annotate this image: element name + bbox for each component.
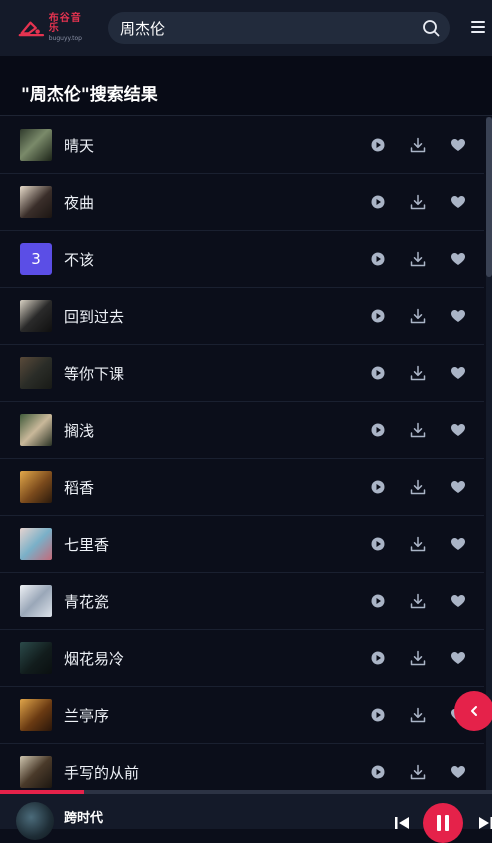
song-row[interactable]: 兰亭序 — [0, 687, 484, 744]
song-list: 晴天夜曲 3 不该回到过去等你下课搁浅稻香七里香青花瓷烟花易冷兰亭序手写的从前 — [0, 117, 484, 790]
play-icon[interactable] — [370, 422, 386, 438]
search-icon[interactable] — [422, 19, 440, 37]
heart-icon[interactable] — [450, 764, 466, 780]
heart-icon[interactable] — [450, 308, 466, 324]
scrollbar[interactable] — [486, 117, 492, 790]
download-icon[interactable] — [410, 194, 426, 210]
song-row[interactable]: 夜曲 — [0, 174, 484, 231]
play-icon[interactable] — [370, 764, 386, 780]
song-row[interactable]: 搁浅 — [0, 402, 484, 459]
song-row[interactable]: 等你下课 — [0, 345, 484, 402]
heart-icon[interactable] — [450, 365, 466, 381]
heart-icon[interactable] — [450, 422, 466, 438]
album-cover — [20, 414, 52, 446]
heart-icon[interactable] — [450, 137, 466, 153]
previous-icon[interactable] — [394, 816, 410, 830]
song-row[interactable]: 回到过去 — [0, 288, 484, 345]
play-icon[interactable] — [370, 650, 386, 666]
download-icon[interactable] — [410, 479, 426, 495]
album-cover — [20, 357, 52, 389]
song-title[interactable]: 晴天 — [64, 135, 94, 156]
song-row[interactable]: 青花瓷 — [0, 573, 484, 630]
play-icon[interactable] — [370, 308, 386, 324]
logo-title: 布谷音乐 — [49, 14, 88, 34]
scrollbar-thumb[interactable] — [486, 117, 492, 277]
progress-track[interactable] — [0, 790, 492, 794]
play-icon[interactable] — [370, 137, 386, 153]
song-title[interactable]: 手写的从前 — [64, 762, 139, 783]
song-title[interactable]: 回到过去 — [64, 306, 124, 327]
song-title[interactable]: 兰亭序 — [64, 705, 109, 726]
heart-icon[interactable] — [450, 650, 466, 666]
play-icon[interactable] — [370, 707, 386, 723]
download-icon[interactable] — [410, 650, 426, 666]
album-cover — [20, 756, 52, 788]
play-icon[interactable] — [370, 365, 386, 381]
song-title[interactable]: 等你下课 — [64, 363, 124, 384]
pause-icon — [436, 814, 450, 832]
song-title[interactable]: 七里香 — [64, 534, 109, 555]
pause-button[interactable] — [423, 803, 463, 843]
album-cover — [20, 186, 52, 218]
album-cover — [20, 642, 52, 674]
play-icon[interactable] — [370, 251, 386, 267]
play-icon[interactable] — [370, 194, 386, 210]
song-row[interactable]: 3 不该 — [0, 231, 484, 288]
song-row[interactable]: 手写的从前 — [0, 744, 484, 790]
song-title[interactable]: 不该 — [64, 249, 94, 270]
logo-icon — [18, 17, 45, 39]
player-album-cover[interactable] — [16, 802, 54, 840]
heart-icon[interactable] — [450, 251, 466, 267]
album-cover — [20, 471, 52, 503]
download-icon[interactable] — [410, 365, 426, 381]
song-title[interactable]: 稻香 — [64, 477, 94, 498]
song-row[interactable]: 七里香 — [0, 516, 484, 573]
download-icon[interactable] — [410, 137, 426, 153]
play-icon[interactable] — [370, 479, 386, 495]
heart-icon[interactable] — [450, 194, 466, 210]
play-icon[interactable] — [370, 536, 386, 552]
album-cover — [20, 129, 52, 161]
download-icon[interactable] — [410, 536, 426, 552]
next-icon[interactable] — [478, 816, 492, 830]
song-row[interactable]: 稻香 — [0, 459, 484, 516]
song-title[interactable]: 搁浅 — [64, 420, 94, 441]
player-bar: 跨时代 — [0, 790, 492, 829]
page-title: "周杰伦"搜索结果 — [21, 80, 158, 105]
download-icon[interactable] — [410, 251, 426, 267]
top-header: 布谷音乐 buguyy.top — [0, 0, 492, 56]
song-number-badge: 3 — [20, 243, 52, 275]
download-icon[interactable] — [410, 707, 426, 723]
album-cover — [20, 300, 52, 332]
menu-icon[interactable] — [471, 21, 485, 33]
search-box — [108, 12, 450, 44]
chevron-left-icon — [467, 704, 481, 718]
logo-subtitle: buguyy.top — [49, 36, 88, 42]
song-row[interactable]: 烟花易冷 — [0, 630, 484, 687]
album-cover — [20, 585, 52, 617]
play-icon[interactable] — [370, 593, 386, 609]
album-cover — [20, 528, 52, 560]
song-row[interactable]: 晴天 — [0, 117, 484, 174]
heart-icon[interactable] — [450, 536, 466, 552]
collapse-button[interactable] — [454, 691, 492, 731]
song-title[interactable]: 青花瓷 — [64, 591, 109, 612]
heart-icon[interactable] — [450, 593, 466, 609]
app-logo[interactable]: 布谷音乐 buguyy.top — [18, 14, 88, 42]
download-icon[interactable] — [410, 764, 426, 780]
player-song-title[interactable]: 跨时代 — [64, 807, 103, 826]
results-title-bar: "周杰伦"搜索结果 — [0, 56, 492, 116]
download-icon[interactable] — [410, 308, 426, 324]
song-title[interactable]: 烟花易冷 — [64, 648, 124, 669]
search-input[interactable] — [120, 12, 410, 44]
download-icon[interactable] — [410, 593, 426, 609]
heart-icon[interactable] — [450, 479, 466, 495]
album-cover — [20, 699, 52, 731]
progress-fill — [0, 790, 84, 794]
song-title[interactable]: 夜曲 — [64, 192, 94, 213]
download-icon[interactable] — [410, 422, 426, 438]
